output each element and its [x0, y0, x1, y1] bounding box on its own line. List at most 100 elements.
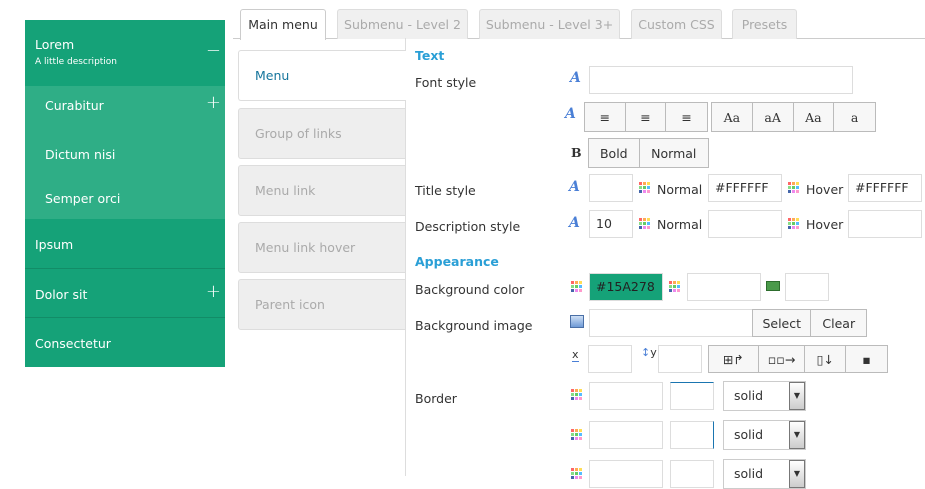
border-right-style-select[interactable]: solid ▼ — [723, 420, 806, 450]
y-label: y — [650, 346, 657, 359]
color-palette-icon[interactable] — [571, 281, 582, 292]
menu-item-lorem[interactable]: Lorem A little description − — [25, 20, 225, 86]
uppercase-button[interactable]: aA — [752, 103, 794, 131]
border-bottom-width-input[interactable] — [670, 460, 714, 488]
border-bottom-color-input[interactable] — [589, 460, 663, 488]
tab-presets[interactable]: Presets — [732, 9, 797, 39]
dropdown-arrow-icon[interactable]: ▼ — [789, 421, 805, 449]
clear-image-button[interactable]: Clear — [811, 310, 866, 336]
font-icon: A — [565, 106, 576, 122]
color-palette-icon[interactable] — [788, 218, 799, 229]
color-palette-icon[interactable] — [571, 429, 582, 440]
border-top-width-input[interactable] — [670, 382, 714, 410]
expand-icon[interactable]: + — [206, 281, 221, 302]
color-palette-icon[interactable] — [571, 389, 582, 400]
border-top-style-select[interactable]: solid ▼ — [723, 381, 806, 411]
title-normal-color-input[interactable]: #FFFFFF — [708, 174, 782, 202]
submenu-label: Curabitur — [45, 98, 104, 113]
menu-item[interactable]: Ipsum — [25, 237, 225, 252]
vtab-menu[interactable]: Menu — [238, 50, 406, 101]
title-style-label: Title style — [415, 183, 476, 198]
submenu-item[interactable]: Curabitur + — [25, 92, 225, 113]
repeat-buttons: ⊞↱ ▫▫→ ▯↓ ▪ — [708, 345, 888, 373]
font-style-label: Font style — [415, 75, 477, 90]
font-size-icon: A — [569, 215, 580, 231]
description-normal-color-input[interactable] — [708, 210, 782, 238]
text-transform-buttons: Aa aA Aa a — [711, 102, 876, 132]
description-hover-color-input[interactable] — [848, 210, 922, 238]
select-image-button[interactable]: Select — [753, 310, 812, 336]
capitalize-button[interactable]: Aa — [712, 103, 753, 131]
vtab-parent-icon[interactable]: Parent icon — [238, 279, 406, 330]
color-palette-icon[interactable] — [639, 218, 650, 229]
menu-item-label: Dolor sit — [35, 287, 88, 302]
title-size-input[interactable] — [589, 174, 633, 202]
repeat-x-button[interactable]: ▫▫→ — [758, 346, 806, 372]
title-hover-color-input[interactable]: #FFFFFF — [848, 174, 922, 202]
opacity-input[interactable] — [785, 273, 829, 301]
normal-label: Normal — [657, 182, 703, 197]
lowercase-button[interactable]: a — [834, 103, 875, 131]
image-buttons: Select Clear — [752, 309, 867, 337]
color-palette-icon[interactable] — [788, 182, 799, 193]
color-palette-icon[interactable] — [571, 468, 582, 479]
gradient-color-input[interactable] — [687, 273, 761, 301]
font-style-input[interactable] — [589, 66, 853, 94]
x-position-icon: x — [572, 348, 579, 362]
submenu-item[interactable]: Semper orci — [25, 191, 225, 206]
small-caps-button[interactable]: Aa — [793, 103, 835, 131]
tab-custom-css[interactable]: Custom CSS — [631, 9, 722, 39]
tab-submenu-level-2[interactable]: Submenu - Level 2 — [337, 9, 468, 39]
menu-item[interactable]: Dolor sit + — [25, 268, 225, 317]
border-bottom-style-select[interactable]: solid ▼ — [723, 459, 806, 489]
border-top-color-input[interactable] — [589, 382, 663, 410]
font-add-icon: A — [570, 70, 581, 86]
background-image-input[interactable] — [589, 309, 753, 337]
bold-button[interactable]: Bold — [589, 139, 640, 167]
description-style-label: Description style — [415, 219, 521, 234]
y-position-input[interactable] — [658, 345, 702, 373]
x-position-input[interactable] — [588, 345, 632, 373]
font-size-icon: A — [569, 179, 580, 195]
dropdown-arrow-icon[interactable]: ▼ — [789, 382, 805, 410]
hover-label: Hover — [806, 217, 844, 232]
submenu: Curabitur + Dictum nisi Semper orci — [25, 86, 225, 219]
align-left-button[interactable]: ≡ — [585, 103, 626, 131]
vtab-group-of-links[interactable]: Group of links — [238, 108, 406, 159]
menu-item-label: Ipsum — [35, 237, 74, 252]
collapse-icon[interactable]: − — [206, 40, 221, 61]
description-size-input[interactable]: 10 — [589, 210, 633, 238]
vtab-menu-link[interactable]: Menu link — [238, 165, 406, 216]
bold-icon: B — [571, 145, 582, 160]
color-palette-icon[interactable] — [669, 281, 680, 292]
image-icon — [570, 315, 584, 328]
border-label: Border — [415, 391, 457, 406]
menu-preview: Lorem A little description − Curabitur + … — [25, 20, 225, 367]
menu-item[interactable]: Consectetur — [25, 317, 225, 367]
tab-submenu-level-3[interactable]: Submenu - Level 3+ — [479, 9, 620, 39]
border-style-value: solid — [734, 388, 764, 403]
align-right-button[interactable]: ≡ — [666, 103, 707, 131]
border-style-value: solid — [734, 427, 764, 442]
no-repeat-button[interactable]: ▪ — [846, 346, 887, 372]
repeat-y-button[interactable]: ▯↓ — [805, 346, 847, 372]
align-buttons: ≡ ≡ ≡ — [584, 102, 708, 132]
background-color-input[interactable]: #15A278 — [589, 273, 663, 301]
repeat-button[interactable]: ⊞↱ — [709, 346, 759, 372]
expand-icon[interactable]: + — [206, 92, 221, 113]
hover-label: Hover — [806, 182, 844, 197]
section-appearance-heading: Appearance — [415, 254, 499, 269]
normal-button[interactable]: Normal — [639, 139, 708, 167]
menu-item-label: Consectetur — [35, 336, 111, 351]
opacity-icon — [766, 281, 780, 291]
dropdown-arrow-icon[interactable]: ▼ — [789, 460, 805, 488]
vtab-menu-link-hover[interactable]: Menu link hover — [238, 222, 406, 273]
background-image-label: Background image — [415, 318, 533, 333]
align-center-button[interactable]: ≡ — [625, 103, 667, 131]
color-palette-icon[interactable] — [639, 182, 650, 193]
border-right-color-input[interactable] — [589, 421, 663, 449]
border-right-width-input[interactable] — [670, 421, 714, 449]
font-weight-buttons: Bold Normal — [588, 138, 709, 168]
submenu-item[interactable]: Dictum nisi — [25, 147, 225, 162]
tab-main-menu[interactable]: Main menu — [240, 9, 326, 40]
